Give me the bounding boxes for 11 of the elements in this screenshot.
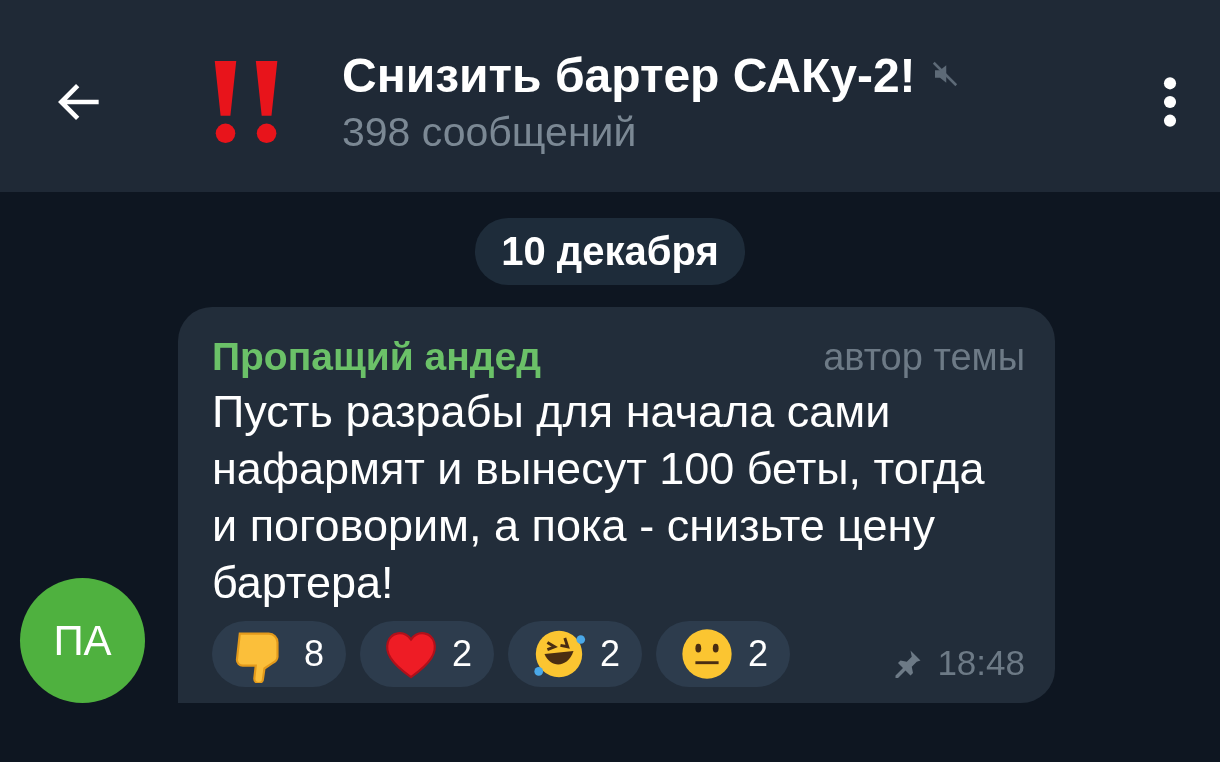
author-role: автор темы — [823, 336, 1025, 379]
date-badge: 10 декабря — [475, 218, 745, 285]
reaction-button[interactable]: 2 — [508, 621, 643, 687]
reaction-button[interactable]: 2 — [360, 621, 495, 687]
message-text: Пусть разрабы для начала сами нафармят и вынесут 100 беты, тогда и поговорим, а пока - снизьте цену бартера! — [212, 385, 986, 610]
reaction-button[interactable]: 8 — [212, 621, 347, 687]
chat-title: Снизить бартер САКу-2! — [342, 48, 916, 103]
message-time: 18:48 — [937, 643, 1025, 683]
author-name[interactable]: Пропащий андед — [212, 335, 542, 379]
message-count: 398 сообщений — [342, 109, 638, 156]
reaction-button[interactable]: 2 — [656, 621, 791, 687]
